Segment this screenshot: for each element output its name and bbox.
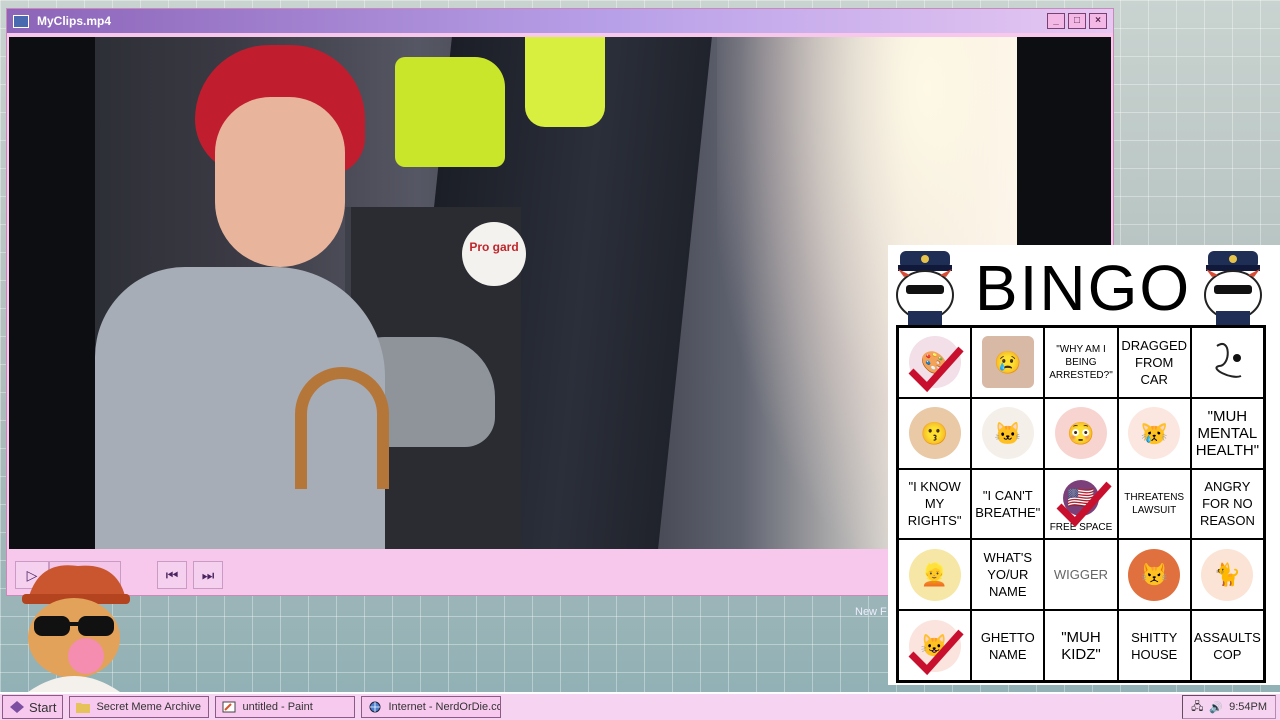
crying-woman-icon: 😢 <box>981 336 1034 389</box>
bingo-cell[interactable]: WIGGER <box>1044 539 1118 611</box>
bingo-cell[interactable]: THREATENS LAWSUIT <box>1117 468 1191 540</box>
bingo-cell[interactable]: 🎨 <box>898 327 972 398</box>
bingo-cell[interactable]: "MUH MENTAL HEALTH" <box>1190 397 1264 469</box>
maximize-button[interactable]: □ <box>1068 13 1086 29</box>
minimize-button[interactable]: _ <box>1047 13 1065 29</box>
window-titlebar[interactable]: MyClips.mp4 _ □ × <box>7 9 1113 33</box>
volume-icon[interactable]: 🔊 <box>1209 701 1223 714</box>
officer-vest <box>395 57 505 167</box>
person-head <box>215 97 345 267</box>
bingo-cell[interactable]: 😳 <box>1044 397 1118 469</box>
taskbar-item-label: Secret Meme Archive <box>96 701 202 713</box>
driving-cat-icon: 🐱 <box>981 407 1034 460</box>
taskbar-item-internet[interactable]: Internet - NerdOrDie.com <box>361 696 502 718</box>
free-space-icon: 🇺🇸 <box>1062 479 1099 516</box>
desktop-new-folder-label[interactable]: New F <box>855 606 887 618</box>
cool-cat-mascot-icon <box>22 565 130 692</box>
bingo-cell-text: "WHY AM I BEING ARRESTED?" <box>1049 343 1113 381</box>
bingo-cell[interactable]: 🐱 <box>971 397 1045 469</box>
thinking-cat-icon: 🐈 <box>1201 548 1254 601</box>
pink-hair-character-icon: 😳 <box>1054 407 1107 460</box>
bingo-card: BINGO 🎨 😢 "WHY AM I BEING ARRESTED?" DRA… <box>888 245 1280 685</box>
bingo-cell[interactable]: 😗 <box>898 397 972 469</box>
blonde-character-icon: 👱 <box>908 548 961 601</box>
bingo-cell[interactable]: GHETTO NAME <box>971 610 1045 681</box>
system-tray: 🖧 🔊 9:54PM <box>1182 695 1276 719</box>
start-label: Start <box>29 699 57 715</box>
bingo-cell[interactable]: "MUH KIDZ" <box>1044 610 1118 681</box>
bingo-grid: 🎨 😢 "WHY AM I BEING ARRESTED?" DRAGGED F… <box>896 325 1266 683</box>
orange-cat-icon: 😾 <box>1128 548 1181 601</box>
start-logo-icon <box>10 701 24 713</box>
close-button[interactable]: × <box>1089 13 1107 29</box>
free-space-label: FREE SPACE <box>1049 522 1113 534</box>
bingo-cell-text: WHAT'S YO/UR NAME <box>983 550 1033 600</box>
taskbar: Start Secret Meme Archive untitled - Pai… <box>0 692 1280 720</box>
bingo-cell-text: "MUH MENTAL HEALTH" <box>1195 407 1260 459</box>
bingo-cell-text: WIGGER <box>1053 567 1109 583</box>
start-button[interactable]: Start <box>2 695 64 719</box>
bingo-cell-text: THREATENS LAWSUIT <box>1124 491 1185 516</box>
bingo-title: BINGO <box>974 252 1192 324</box>
bingo-cell[interactable]: 😿 <box>1117 397 1191 469</box>
window-title: MyClips.mp4 <box>37 14 112 28</box>
bingo-cell-text: "I KNOW MY RIGHTS" <box>907 479 962 529</box>
bingo-cell[interactable]: "I CAN'T BREATHE" <box>971 468 1045 540</box>
spiky-hair-character-icon: 😗 <box>908 407 961 460</box>
police-cat-icon <box>896 251 954 325</box>
taskbar-item-label: untitled - Paint <box>242 701 313 713</box>
sad-cat-icon: 😿 <box>1128 407 1181 460</box>
partition-sticker: Pro gard <box>462 222 526 286</box>
network-icon[interactable]: 🖧 <box>1191 698 1203 717</box>
bingo-cell[interactable]: DRAGGED FROM CAR <box>1117 327 1191 398</box>
shirt-rainbow-print <box>295 367 389 489</box>
bingo-cell-text: ASSAULTS COP <box>1193 629 1261 662</box>
bingo-cell[interactable]: "I KNOW MY RIGHTS" <box>898 468 972 540</box>
police-cat-icon <box>1204 251 1262 325</box>
taskbar-item-paint[interactable]: untitled - Paint <box>215 696 356 718</box>
bingo-cell-text: "I CAN'T BREATHE" <box>975 487 1041 520</box>
paint-icon <box>222 701 236 713</box>
bingo-cell[interactable]: 😺 <box>898 610 972 681</box>
bingo-cell[interactable] <box>1190 327 1264 398</box>
bingo-cell-text: ANGRY FOR NO REASON <box>1199 479 1255 529</box>
bingo-cell[interactable]: WHAT'S YO/UR NAME <box>971 539 1045 611</box>
taskbar-item-secret-meme-archive[interactable]: Secret Meme Archive <box>69 696 210 718</box>
bingo-cell[interactable]: "WHY AM I BEING ARRESTED?" <box>1044 327 1118 398</box>
next-button[interactable]: ⏭ <box>193 561 223 589</box>
bingo-cell[interactable]: 😾 <box>1117 539 1191 611</box>
video-frame: Pro gard <box>95 37 1017 549</box>
bingo-cell[interactable]: SHITTY HOUSE <box>1117 610 1191 681</box>
bingo-cell[interactable]: 🇺🇸 FREE SPACE <box>1044 468 1118 540</box>
squiggle-icon <box>1216 343 1242 379</box>
bingo-cell-text: "MUH KIDZ" <box>1061 628 1101 663</box>
folder-icon <box>76 703 91 713</box>
bingo-cell[interactable]: 🐈 <box>1190 539 1264 611</box>
cat-icon: 😺 <box>908 619 961 672</box>
bingo-cell-text: GHETTO NAME <box>980 629 1035 662</box>
bingo-cell-text: DRAGGED FROM CAR <box>1121 337 1188 387</box>
taskbar-item-label: Internet - NerdOrDie.com <box>388 701 502 713</box>
clock[interactable]: 9:54PM <box>1229 701 1267 713</box>
globe-icon <box>369 701 381 713</box>
bingo-cell[interactable]: 👱 <box>898 539 972 611</box>
bingo-cell[interactable]: 😢 <box>971 327 1045 398</box>
bingo-cell[interactable]: ASSAULTS COP <box>1190 610 1264 681</box>
bingo-cell[interactable]: ANGRY FOR NO REASON <box>1190 468 1264 540</box>
bingo-cell-text: SHITTY HOUSE <box>1131 629 1178 662</box>
player-app-icon <box>13 14 29 28</box>
officer-vest-2 <box>525 37 605 127</box>
previous-button[interactable]: ⏮ <box>157 561 187 589</box>
anime-girl-icon: 🎨 <box>908 336 961 389</box>
